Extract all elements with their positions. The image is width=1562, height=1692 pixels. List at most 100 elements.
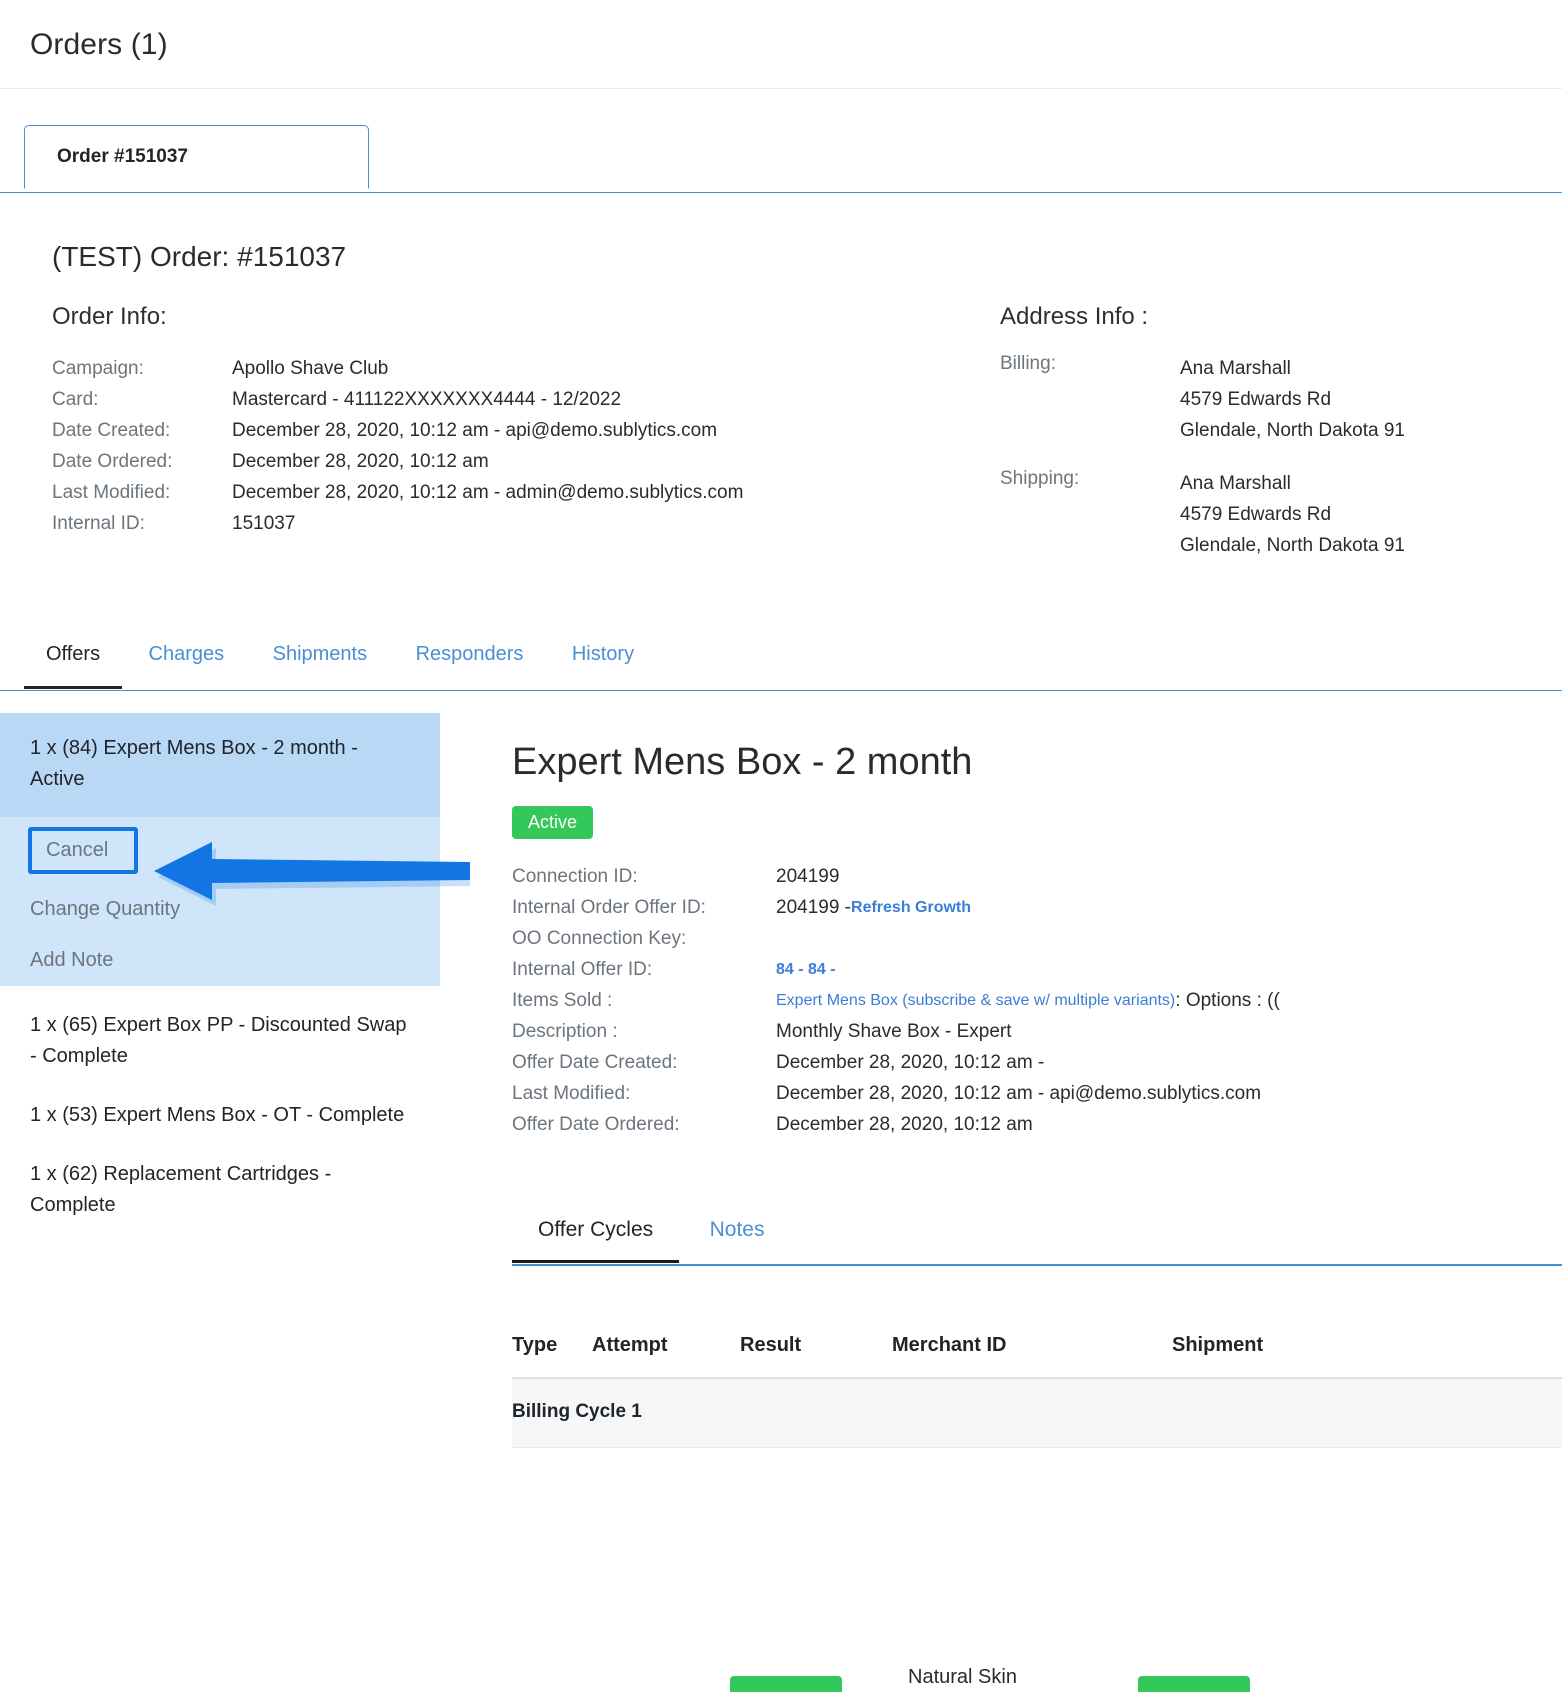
cycle-tabs-rule — [512, 1264, 1562, 1266]
field-value: 204199 - — [776, 897, 852, 918]
order-info-title: Order Info: — [52, 303, 167, 330]
field-value: December 28, 2020, 10:12 am - api@demo.s… — [232, 420, 718, 441]
order-heading: (TEST) Order: #151037 — [52, 241, 347, 272]
order-info-row: Last Modified: December 28, 2020, 10:12 … — [52, 477, 980, 508]
offer-card-title[interactable]: 1 x (84) Expert Mens Box - 2 month - Act… — [0, 713, 440, 817]
detail-row-connection-id: Connection ID: 204199 — [512, 861, 1562, 892]
detail-row-internal-order-offer-id: Internal Order Offer ID: 204199 - Refres… — [512, 892, 1562, 923]
address-line: Glendale, North Dakota 91 — [1180, 535, 1405, 556]
refresh-growth-link[interactable]: Refresh Growth — [851, 892, 971, 923]
address-line: Ana Marshall — [1180, 358, 1291, 379]
address-line: Ana Marshall — [1180, 473, 1291, 494]
tab-history[interactable]: History — [550, 633, 656, 686]
internal-offer-id-link[interactable]: 84 - 84 - — [776, 954, 836, 985]
shipping-address: Ana Marshall 4579 Edwards Rd Glendale, N… — [1180, 468, 1405, 561]
field-label: Card: — [52, 389, 99, 410]
offer-card-selected: 1 x (84) Expert Mens Box - 2 month - Act… — [0, 713, 440, 986]
add-note-button[interactable]: Add Note — [0, 935, 440, 986]
table-header-row: Type Attempt Result Merchant ID Shipment — [512, 1326, 1562, 1379]
subtabs-rule — [0, 690, 1562, 691]
shipping-address-row: Shipping: Ana Marshall 4579 Edwards Rd G… — [1000, 468, 1532, 561]
field-value: 204199 — [776, 866, 840, 887]
column-header-type[interactable]: Type — [512, 1326, 592, 1379]
column-header-attempt[interactable]: Attempt — [592, 1326, 740, 1379]
detail-row-description: Description : Monthly Shave Box - Expert — [512, 1016, 1562, 1047]
offer-detail: Expert Mens Box - 2 month Active Connect… — [440, 691, 1562, 1448]
detail-row-offer-date-ordered: Offer Date Ordered: December 28, 2020, 1… — [512, 1109, 1562, 1140]
items-sold-options: : Options : (( — [1175, 990, 1280, 1011]
tab-charges[interactable]: Charges — [127, 633, 247, 686]
field-label: Internal Offer ID: — [512, 959, 653, 980]
field-label: OO Connection Key: — [512, 928, 687, 949]
offer-list: 1 x (84) Expert Mens Box - 2 month - Act… — [0, 691, 440, 1448]
offer-cycles-table: Type Attempt Result Merchant ID Shipment… — [512, 1326, 1562, 1448]
field-label: Connection ID: — [512, 866, 638, 887]
items-sold-link[interactable]: Expert Mens Box (subscribe & save w/ mul… — [776, 985, 1175, 1016]
order-info-row: Campaign: Apollo Shave Club — [52, 353, 980, 384]
field-value: Apollo Shave Club — [232, 358, 389, 379]
detail-row-oo-connection-key: OO Connection Key: — [512, 923, 1562, 954]
status-badge-clipped — [730, 1676, 842, 1692]
billing-cycle-group-label: Billing Cycle 1 — [512, 1378, 1562, 1448]
detail-row-last-modified: Last Modified: December 28, 2020, 10:12 … — [512, 1078, 1562, 1109]
address-line: 4579 Edwards Rd — [1180, 389, 1332, 410]
address-info-block: Address Info : Billing: Ana Marshall 457… — [980, 303, 1532, 561]
list-item[interactable]: 1 x (62) Replacement Cartridges - Comple… — [0, 1135, 440, 1225]
status-badge: Active — [512, 806, 594, 839]
detail-row-internal-offer-id: Internal Offer ID: 84 - 84 - — [512, 954, 1562, 985]
list-item[interactable]: 1 x (65) Expert Box PP - Discounted Swap… — [0, 986, 440, 1076]
shipping-label: Shipping: — [1000, 468, 1080, 489]
order-detail-tabs: Offers Charges Shipments Responders Hist… — [0, 633, 1562, 691]
address-line: Glendale, North Dakota 91 — [1180, 420, 1405, 441]
order-info-row: Date Created: December 28, 2020, 10:12 a… — [52, 415, 980, 446]
detail-row-offer-date-created: Offer Date Created: December 28, 2020, 1… — [512, 1047, 1562, 1078]
cancel-button[interactable]: Cancel — [28, 827, 139, 874]
order-info-row: Internal ID: 151037 — [52, 508, 980, 539]
bottom-clipped-strip: Natural Skin — [572, 1666, 1562, 1692]
field-label: Offer Date Created: — [512, 1052, 678, 1073]
field-value: December 28, 2020, 10:12 am - — [776, 1052, 1045, 1073]
address-spacer — [1000, 446, 1532, 468]
tab-shipments[interactable]: Shipments — [251, 633, 390, 686]
order-info-block: Order Info: Campaign: Apollo Shave Club … — [30, 303, 980, 561]
field-value: December 28, 2020, 10:12 am - admin@demo… — [232, 482, 744, 503]
billing-address: Ana Marshall 4579 Edwards Rd Glendale, N… — [1180, 353, 1405, 446]
change-quantity-button[interactable]: Change Quantity — [0, 884, 440, 935]
address-info-title: Address Info : — [1000, 303, 1149, 330]
field-label: Date Ordered: — [52, 451, 173, 472]
page-title: Orders (1) — [30, 28, 168, 61]
field-value: 151037 — [232, 513, 296, 534]
list-item[interactable]: 1 x (53) Expert Mens Box - OT - Complete — [0, 1076, 440, 1135]
tabstrip-rule — [0, 192, 1562, 193]
order-tab-151037[interactable]: Order #151037 — [24, 125, 369, 189]
field-value: December 28, 2020, 10:12 am — [232, 451, 489, 472]
field-value: December 28, 2020, 10:12 am - api@demo.s… — [776, 1083, 1262, 1104]
column-header-merchant-id[interactable]: Merchant ID — [892, 1326, 1172, 1379]
detail-row-items-sold: Items Sold : Expert Mens Box (subscribe … — [512, 985, 1562, 1016]
tab-notes[interactable]: Notes — [684, 1210, 791, 1260]
field-label: Last Modified: — [512, 1083, 631, 1104]
page-header: Orders (1) — [0, 0, 1562, 89]
field-label: Date Created: — [52, 420, 171, 441]
field-value: December 28, 2020, 10:12 am — [776, 1114, 1033, 1135]
field-value: Monthly Shave Box - Expert — [776, 1021, 1012, 1042]
offer-action-cancel-wrap: Cancel — [0, 817, 440, 884]
field-label: Description : — [512, 1021, 618, 1042]
tab-offer-cycles[interactable]: Offer Cycles — [512, 1210, 680, 1263]
offers-pane: 1 x (84) Expert Mens Box - 2 month - Act… — [0, 691, 1562, 1448]
column-header-result[interactable]: Result — [740, 1326, 892, 1379]
column-header-shipment[interactable]: Shipment — [1172, 1326, 1562, 1379]
status-badge-clipped — [1138, 1676, 1250, 1692]
tab-responders[interactable]: Responders — [394, 633, 546, 686]
offer-cycle-tabs: Offer Cycles Notes — [512, 1210, 1562, 1266]
table-row: Billing Cycle 1 — [512, 1378, 1562, 1448]
tab-offers[interactable]: Offers — [24, 633, 123, 689]
field-label: Campaign: — [52, 358, 144, 379]
field-label: Items Sold : — [512, 990, 613, 1011]
order-summary: (TEST) Order: #151037 Order Info: Campai… — [0, 241, 1562, 561]
billing-label: Billing: — [1000, 353, 1056, 374]
field-value: Mastercard - 411122XXXXXXX4444 - 12/2022 — [232, 389, 622, 410]
field-label: Last Modified: — [52, 482, 171, 503]
offer-detail-title: Expert Mens Box - 2 month — [512, 741, 973, 783]
field-label: Internal Order Offer ID: — [512, 897, 706, 918]
